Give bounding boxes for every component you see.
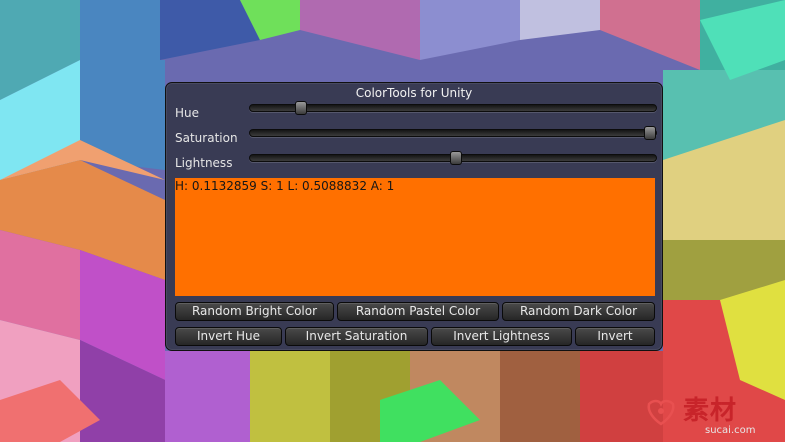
random-bright-color-button[interactable]: Random Bright Color <box>175 302 334 321</box>
sucai-watermark: 素材 sucai.com <box>645 396 781 438</box>
random-dark-color-button[interactable]: Random Dark Color <box>502 302 655 321</box>
lightness-slider-thumb[interactable] <box>450 151 463 165</box>
saturation-label: Saturation <box>175 131 238 145</box>
hue-slider-thumb[interactable] <box>294 101 307 115</box>
watermark-url: sucai.com <box>705 425 756 436</box>
lightness-label: Lightness <box>175 156 233 170</box>
window-title: ColorTools for Unity <box>355 86 473 100</box>
hue-label: Hue <box>175 106 200 120</box>
color-tools-window: ColorTools for Unity Hue Saturation Ligh… <box>165 82 663 351</box>
sucai-logo-icon <box>647 399 675 426</box>
invert-button[interactable]: Invert <box>575 327 655 346</box>
watermark-brand: 素材 <box>683 396 738 426</box>
saturation-slider[interactable] <box>249 126 657 140</box>
invert-hue-button[interactable]: Invert Hue <box>175 327 282 346</box>
hsla-readout: H: 0.1132859 S: 1 L: 0.5088832 A: 1 <box>175 179 395 193</box>
lightness-slider[interactable] <box>249 151 657 165</box>
saturation-slider-thumb[interactable] <box>644 126 656 140</box>
random-pastel-color-button[interactable]: Random Pastel Color <box>337 302 499 321</box>
invert-saturation-button[interactable]: Invert Saturation <box>285 327 428 346</box>
invert-lightness-button[interactable]: Invert Lightness <box>431 327 572 346</box>
hue-slider[interactable] <box>249 101 657 115</box>
color-swatch: H: 0.1132859 S: 1 L: 0.5088832 A: 1 <box>175 178 655 296</box>
